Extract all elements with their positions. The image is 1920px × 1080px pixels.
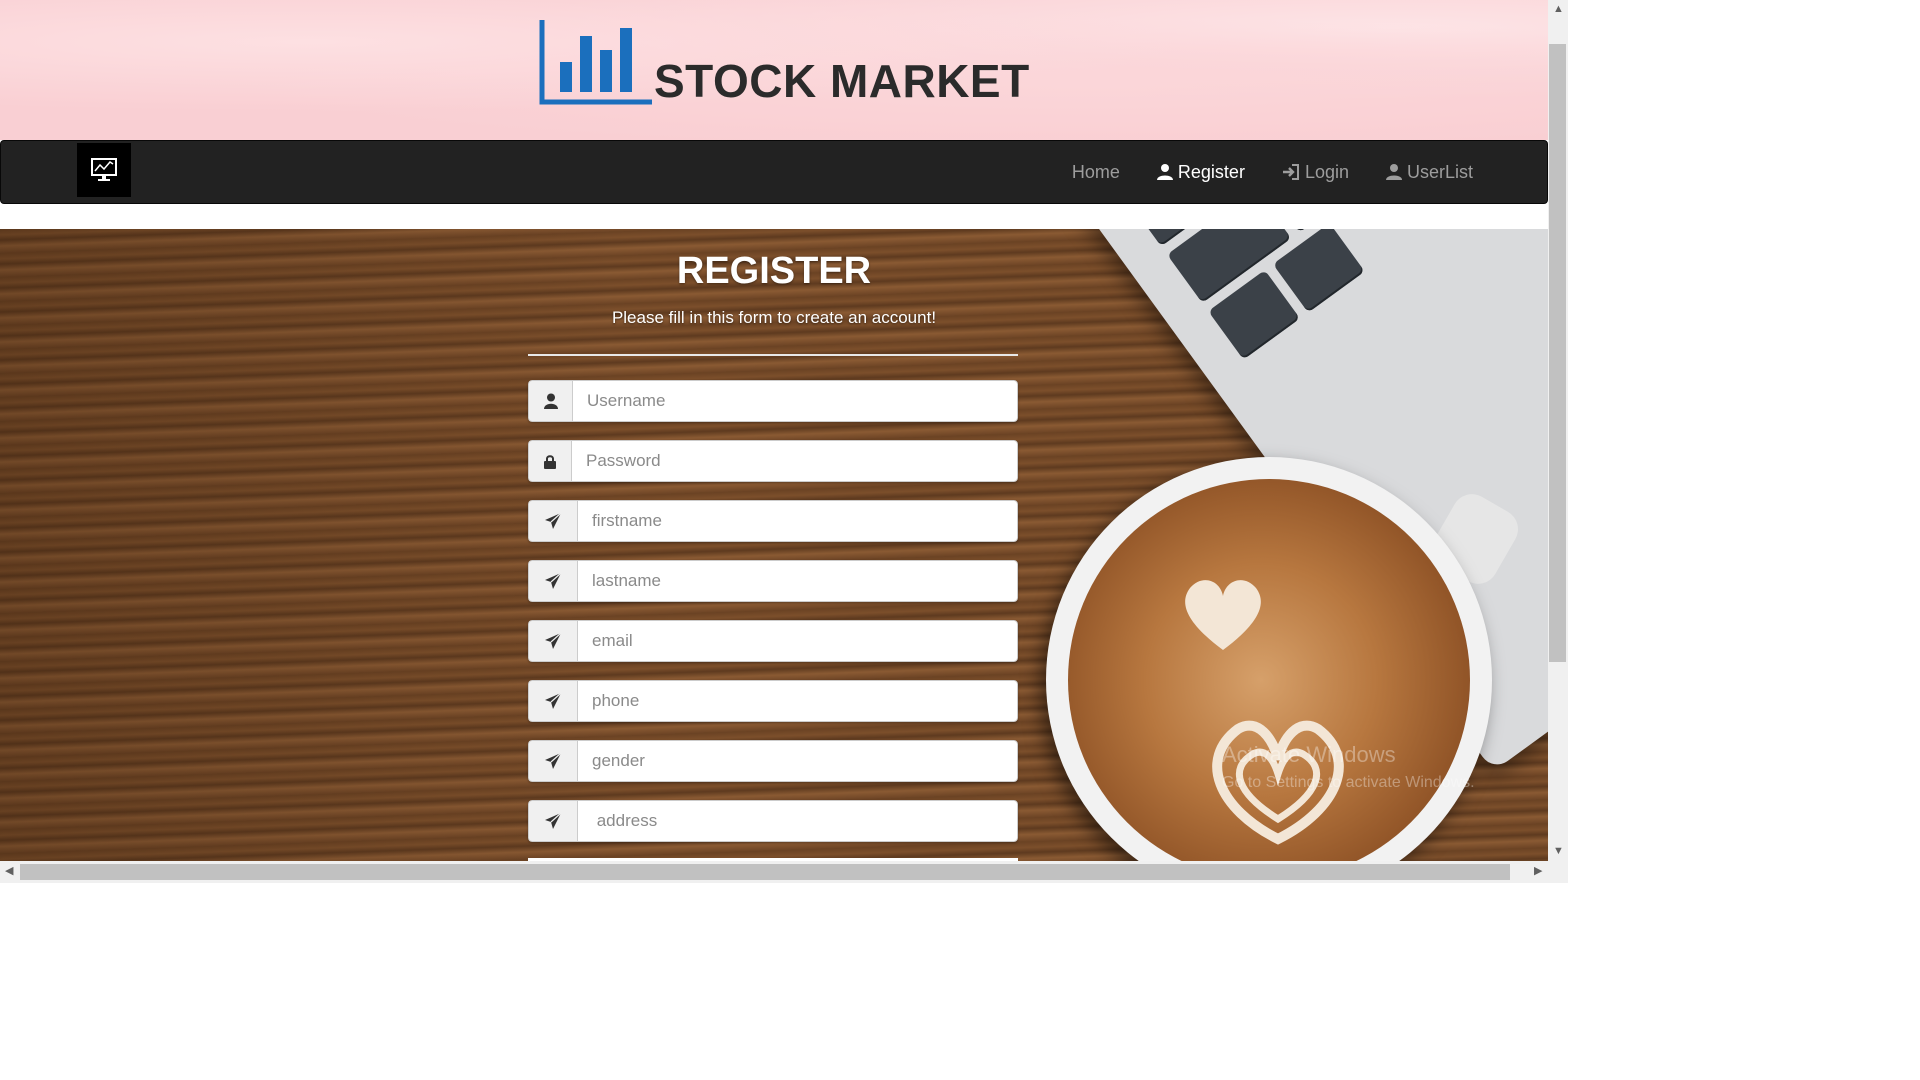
divider xyxy=(528,354,1018,356)
nav-menu: Home Register Login UserList xyxy=(1036,141,1473,203)
paper-plane-icon xyxy=(528,800,577,842)
scroll-left-icon[interactable]: ◀ xyxy=(5,866,13,877)
nav-userlist-label: UserList xyxy=(1406,161,1473,182)
nav-home-label: Home xyxy=(1071,161,1120,182)
gender-input[interactable] xyxy=(577,740,1018,782)
firstname-field xyxy=(528,500,1018,542)
form-title: REGISTER xyxy=(676,250,872,292)
email-field xyxy=(528,620,1018,662)
gender-field xyxy=(528,740,1018,782)
vertical-scroll-thumb[interactable] xyxy=(1549,44,1566,662)
header-banner: STOCK MARKET xyxy=(0,0,1548,140)
activation-watermark: Activate Windows Go to Settings to activ… xyxy=(1222,742,1475,792)
user-icon xyxy=(1385,164,1402,180)
site-title: STOCK MARKET xyxy=(654,55,1030,107)
navbar: Home Register Login UserList xyxy=(0,140,1548,204)
address-field xyxy=(528,800,1018,842)
phone-field xyxy=(528,680,1018,722)
firstname-input[interactable] xyxy=(577,500,1018,542)
monitor-chart-icon xyxy=(91,158,117,181)
nav-register-label: Register xyxy=(1177,161,1245,182)
bar-chart-icon xyxy=(539,20,652,105)
watermark-line2: Go to Settings to activate Windows. xyxy=(1222,774,1475,791)
scroll-down-icon[interactable]: ▼ xyxy=(1553,846,1564,857)
user-icon xyxy=(528,380,572,422)
nav-login-label: Login xyxy=(1304,161,1349,182)
watermark-line1: Activate Windows xyxy=(1222,742,1396,767)
nav-home[interactable]: Home xyxy=(1072,162,1120,183)
paper-plane-icon xyxy=(528,620,577,662)
lock-icon xyxy=(528,440,571,482)
login-icon xyxy=(1282,164,1299,180)
site-logo: STOCK MARKET xyxy=(538,16,1030,106)
paper-plane-icon xyxy=(528,500,577,542)
nav-userlist[interactable]: UserList xyxy=(1385,162,1473,183)
lastname-field xyxy=(528,560,1018,602)
paper-plane-icon xyxy=(528,740,577,782)
user-icon xyxy=(1156,164,1173,180)
scroll-up-icon[interactable]: ▲ xyxy=(1553,4,1564,15)
username-input[interactable] xyxy=(572,380,1018,422)
email-input[interactable] xyxy=(577,620,1018,662)
password-field xyxy=(528,440,1018,482)
paper-plane-icon xyxy=(528,560,577,602)
address-input[interactable] xyxy=(577,800,1018,842)
password-input[interactable] xyxy=(571,440,1018,482)
form-subtitle: Please fill in this form to create an ac… xyxy=(611,308,937,327)
lastname-input[interactable] xyxy=(577,560,1018,602)
scroll-right-icon[interactable]: ▶ xyxy=(1534,866,1542,877)
nav-register[interactable]: Register xyxy=(1156,162,1245,183)
username-field xyxy=(528,380,1018,422)
phone-input[interactable] xyxy=(577,680,1018,722)
brand-logo[interactable] xyxy=(77,143,131,197)
paper-plane-icon xyxy=(528,680,577,722)
nav-login[interactable]: Login xyxy=(1281,162,1349,183)
horizontal-scroll-thumb[interactable] xyxy=(20,864,1510,880)
latte-heart xyxy=(1185,580,1261,650)
